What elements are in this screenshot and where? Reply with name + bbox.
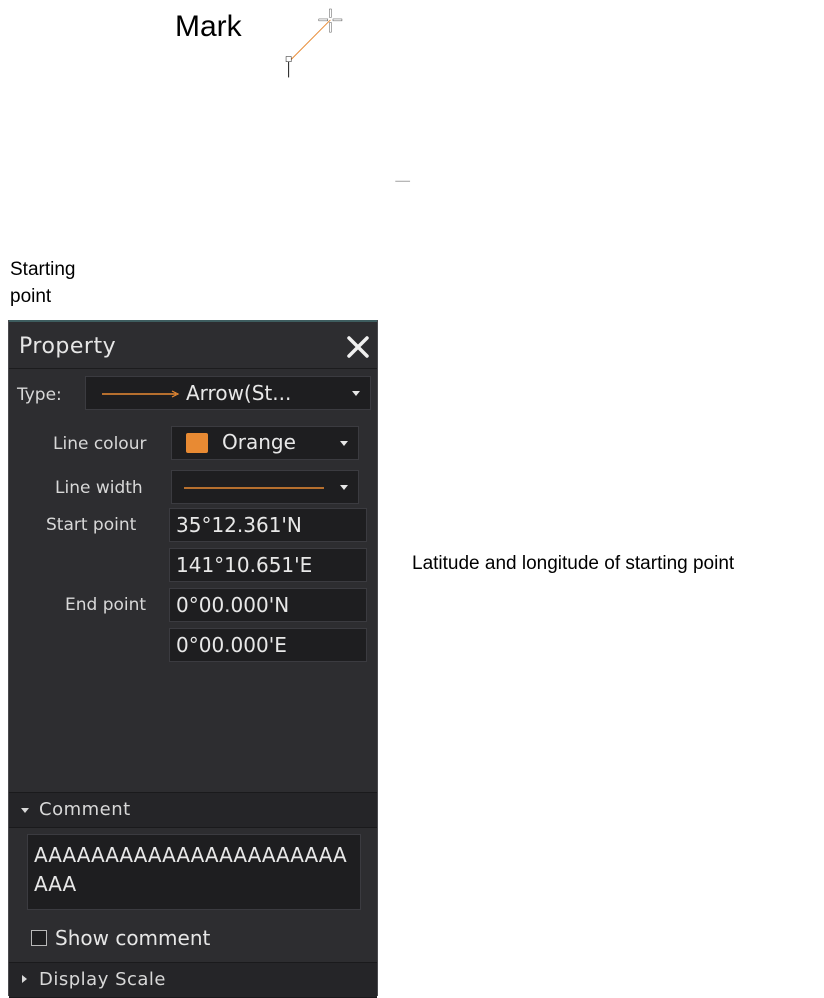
checkbox-box[interactable]: [31, 930, 47, 946]
show-comment-label: Show comment: [55, 926, 211, 950]
start-point-row: Start point 35°12.361'N 141°10.651'E: [9, 508, 377, 588]
panel-title: Property: [19, 334, 117, 359]
type-dropdown[interactable]: Arrow(St...: [85, 376, 371, 410]
starting-point-label: Starting point: [10, 256, 110, 310]
end-point-label: End point: [65, 595, 147, 615]
line-width-label: Line width: [55, 478, 143, 498]
line-width-dropdown[interactable]: [171, 470, 359, 504]
end-point-row: End point 0°00.000'N 0°00.000'E: [9, 588, 377, 668]
line-colour-value: Orange: [222, 430, 296, 454]
starting-point-label-line2: point: [10, 286, 52, 307]
start-point-marker: [285, 56, 292, 62]
line-colour-row: Line colour Orange: [9, 426, 377, 464]
chevron-down-icon: [340, 485, 348, 490]
end-point-longitude-field[interactable]: 0°00.000'E: [169, 628, 367, 662]
drawn-arrow-line: [290, 19, 331, 61]
line-width-sample-icon: [184, 487, 324, 489]
chevron-down-icon: [352, 391, 360, 396]
panel-top-edge: [9, 320, 377, 322]
colour-swatch: [186, 433, 208, 453]
comment-section-label: Comment: [39, 799, 131, 820]
arrow-line-sample-icon: [102, 390, 180, 398]
latlon-callout-label: Latitude and longitude of starting point: [412, 553, 735, 574]
property-panel: Property Type: Arrow(St... Line colour O…: [8, 320, 378, 998]
start-point-longitude-field[interactable]: 141°10.651'E: [169, 548, 367, 582]
end-point-latitude-field[interactable]: 0°00.000'N: [169, 588, 367, 622]
start-point-latitude-field[interactable]: 35°12.361'N: [169, 508, 367, 542]
line-colour-dropdown[interactable]: Orange: [171, 426, 359, 460]
type-label: Type:: [17, 385, 62, 405]
chevron-down-icon: [21, 808, 29, 813]
chevron-down-icon: [340, 441, 348, 446]
display-scale-section-header[interactable]: Display Scale: [9, 962, 377, 998]
display-scale-section-label: Display Scale: [39, 969, 166, 990]
annotation-diagram: [285, 8, 411, 182]
type-value: Arrow(St...: [186, 381, 292, 405]
comment-section-header[interactable]: Comment: [9, 792, 377, 828]
chevron-right-icon: [22, 975, 27, 983]
comment-textarea[interactable]: AAAAAAAAAAAAAAAAAAAAAAAAA: [27, 834, 361, 910]
line-colour-label: Line colour: [53, 434, 147, 454]
starting-point-label-line1: Starting: [10, 259, 76, 280]
start-point-label: Start point: [46, 515, 137, 535]
close-icon[interactable]: [345, 334, 371, 360]
line-width-row: Line width: [9, 470, 377, 508]
type-row: Type: Arrow(St...: [9, 376, 377, 414]
mark-label: Mark: [175, 10, 242, 43]
panel-header: Property: [9, 324, 377, 369]
